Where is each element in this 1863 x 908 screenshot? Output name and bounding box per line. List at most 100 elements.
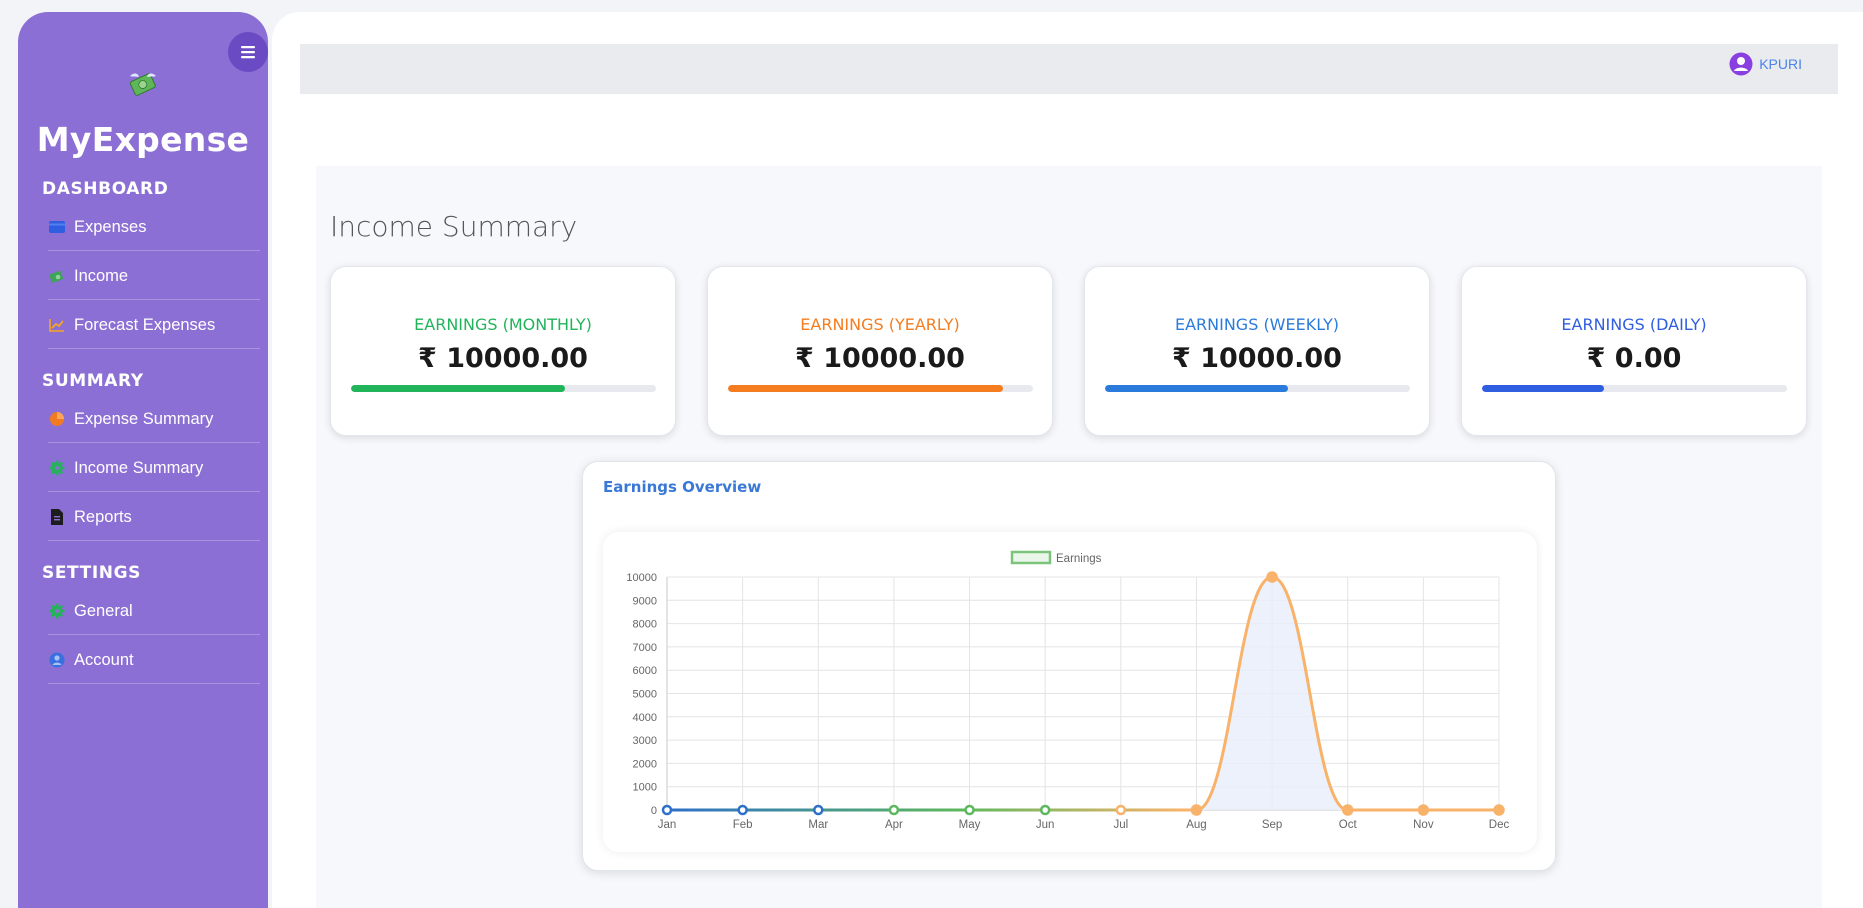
y-tick-label: 5000 xyxy=(633,689,657,701)
card-label: EARNINGS (DAILY) xyxy=(1561,315,1707,334)
sidebar-item-forecast-expenses[interactable]: Forecast Expenses xyxy=(48,302,260,349)
data-point xyxy=(813,804,824,816)
card-label: EARNINGS (MONTHLY) xyxy=(414,315,592,334)
sidebar-item-label: Income Summary xyxy=(74,458,204,477)
data-point xyxy=(1115,804,1127,816)
content-area: Income Summary EARNINGS (MONTHLY) ₹ 1000… xyxy=(316,166,1822,908)
hamburger-icon xyxy=(241,46,255,59)
user-circle-icon xyxy=(48,651,66,669)
top-bar: KPURI xyxy=(300,44,1838,94)
card-earnings-weekly: EARNINGS (WEEKLY) ₹ 10000.00 xyxy=(1084,266,1430,436)
legend-label: Earnings xyxy=(1056,553,1102,565)
progress-bar xyxy=(351,385,656,392)
x-tick-label: Dec xyxy=(1489,819,1510,831)
chart-line-icon xyxy=(48,316,66,334)
sidebar-item-general[interactable]: General xyxy=(48,588,260,635)
data-point xyxy=(1341,804,1354,816)
pie-chart-icon xyxy=(48,410,66,428)
data-point xyxy=(1493,804,1505,816)
x-tick-label: Sep xyxy=(1262,819,1282,831)
data-point xyxy=(737,804,748,816)
x-tick-label: Nov xyxy=(1413,819,1434,831)
sidebar-item-income-summary[interactable]: Income Summary xyxy=(48,445,260,492)
brand-name: MyExpense xyxy=(36,120,250,159)
y-tick-label: 0 xyxy=(651,805,657,817)
y-tick-label: 6000 xyxy=(633,665,657,677)
sidebar-item-label: General xyxy=(74,601,133,620)
card-earnings-monthly: EARNINGS (MONTHLY) ₹ 10000.00 xyxy=(330,266,676,436)
logo xyxy=(18,68,268,106)
x-tick-label: Feb xyxy=(733,819,753,831)
y-tick-label: 7000 xyxy=(633,642,657,654)
progress-fill xyxy=(1105,385,1288,392)
chart-title: Earnings Overview xyxy=(603,478,762,496)
progress-bar xyxy=(1482,385,1787,392)
y-tick-label: 1000 xyxy=(633,782,657,794)
sidebar-item-label: Reports xyxy=(74,507,132,526)
sidebar-item-income[interactable]: Income xyxy=(48,253,260,300)
sidebar-item-label: Forecast Expenses xyxy=(74,315,216,334)
card-value: ₹ 10000.00 xyxy=(418,343,588,374)
data-point xyxy=(888,804,900,816)
x-tick-label: May xyxy=(959,819,981,831)
data-point xyxy=(964,804,975,816)
y-tick-label: 4000 xyxy=(633,712,657,724)
sidebar-item-reports[interactable]: Reports xyxy=(48,494,260,541)
sidebar-item-account[interactable]: Account xyxy=(48,637,260,684)
earnings-overview-card: Earnings Overview 0 1000 2000 3000 4000 5000 6… xyxy=(582,461,1556,871)
chart-container: 0 1000 2000 3000 4000 5000 6000 7000 8000 9000 100… xyxy=(603,532,1537,852)
sidebar-item-expenses[interactable]: Expenses xyxy=(48,204,260,251)
x-tick-label: Oct xyxy=(1339,819,1358,831)
user-menu[interactable]: KPURI xyxy=(1729,52,1802,76)
user-name: KPURI xyxy=(1759,56,1802,72)
section-title-settings: SETTINGS xyxy=(42,563,141,583)
money-wings-icon xyxy=(129,73,156,96)
card-label: EARNINGS (YEARLY) xyxy=(800,315,960,334)
progress-bar xyxy=(728,385,1033,392)
wallet-icon xyxy=(48,218,66,236)
sidebar: MyExpense DASHBOARD Expenses Income Fore… xyxy=(18,12,268,908)
x-tick-label: Jun xyxy=(1036,819,1055,831)
sidebar-item-label: Income xyxy=(74,266,129,285)
sidebar-item-label: Expenses xyxy=(74,217,147,236)
page-title: Income Summary xyxy=(330,210,578,243)
earnings-line-chart: 0 1000 2000 3000 4000 5000 6000 7000 8000 9000 100… xyxy=(626,550,1510,831)
card-value: ₹ 10000.00 xyxy=(795,343,965,374)
sidebar-item-label: Expense Summary xyxy=(74,409,214,428)
x-tick-label: Apr xyxy=(885,819,903,831)
card-earnings-yearly: EARNINGS (YEARLY) ₹ 10000.00 xyxy=(707,266,1053,436)
progress-fill xyxy=(351,385,565,392)
progress-bar xyxy=(1105,385,1410,392)
card-label: EARNINGS (WEEKLY) xyxy=(1174,315,1340,334)
y-tick-label: 3000 xyxy=(633,735,657,747)
card-earnings-daily: EARNINGS (DAILY) ₹ 0.00 xyxy=(1461,266,1807,436)
section-title-summary: SUMMARY xyxy=(42,371,144,391)
x-tick-label: Jul xyxy=(1113,819,1128,831)
x-tick-label: Jan xyxy=(658,819,677,831)
card-value: ₹ 0.00 xyxy=(1586,343,1682,374)
gear-icon xyxy=(48,459,66,477)
data-point xyxy=(661,804,673,816)
data-point xyxy=(1039,804,1051,816)
gear-icon xyxy=(48,602,66,620)
x-tick-label: Aug xyxy=(1186,819,1206,831)
card-value: ₹ 10000.00 xyxy=(1172,343,1342,374)
sidebar-item-expense-summary[interactable]: Expense Summary xyxy=(48,396,260,443)
sidebar-item-label: Account xyxy=(74,650,134,669)
progress-fill xyxy=(728,385,1003,392)
y-tick-label: 2000 xyxy=(633,758,657,770)
y-tick-label: 8000 xyxy=(633,619,657,631)
data-point xyxy=(1417,804,1430,816)
y-tick-label: 9000 xyxy=(633,595,657,607)
menu-toggle-button[interactable] xyxy=(228,32,268,72)
x-tick-label: Mar xyxy=(808,819,828,831)
y-tick-label: 10000 xyxy=(626,572,657,584)
user-circle-icon xyxy=(1729,52,1753,76)
legend-swatch xyxy=(1010,550,1052,565)
section-title-dashboard: DASHBOARD xyxy=(42,179,169,199)
main-panel: KPURI Income Summary EARNINGS (MONTHLY) … xyxy=(272,12,1863,908)
data-point xyxy=(1190,804,1203,816)
progress-fill xyxy=(1482,385,1604,392)
money-icon xyxy=(48,267,66,285)
file-icon xyxy=(48,508,66,526)
